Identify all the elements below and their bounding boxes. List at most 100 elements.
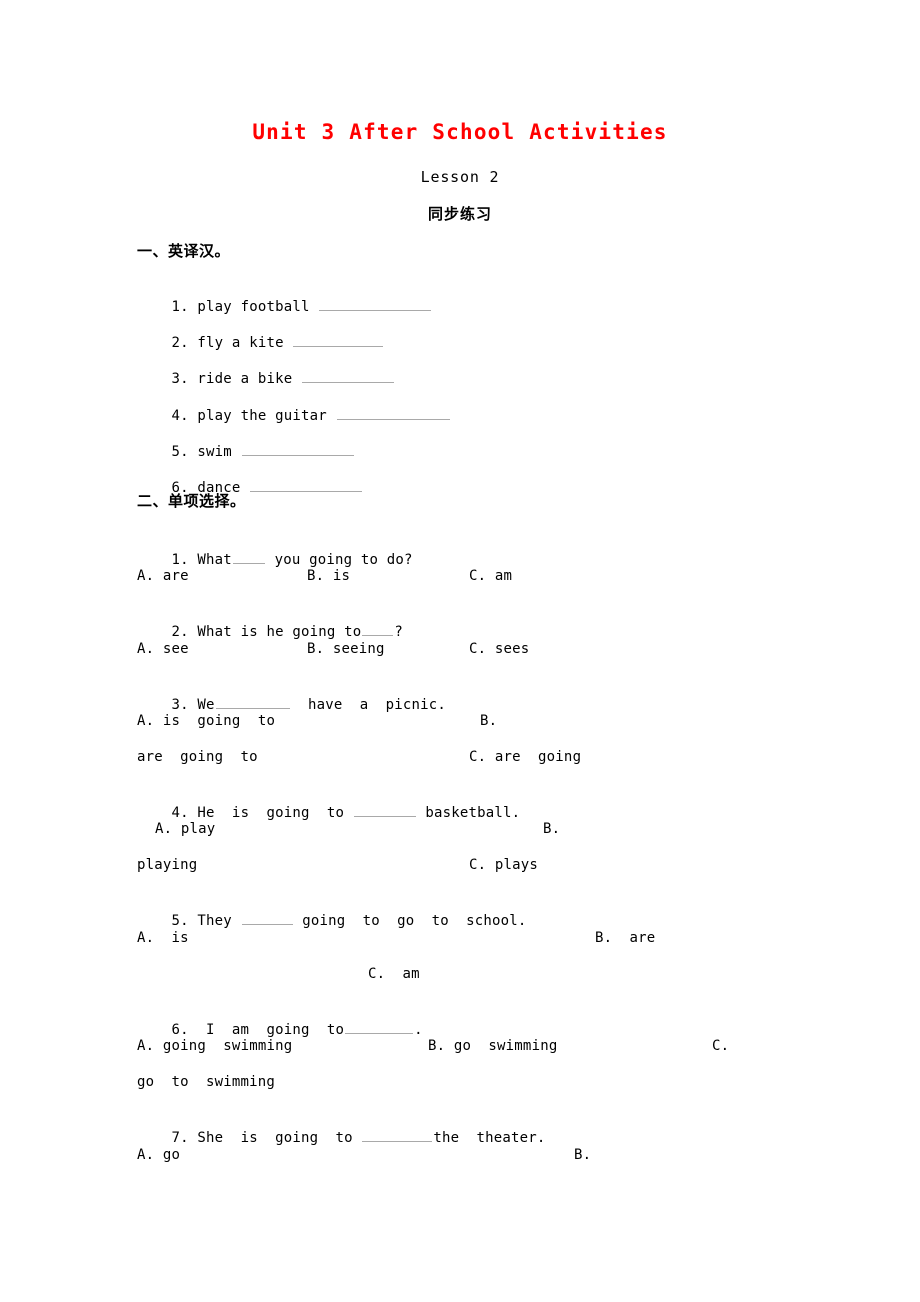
answer-blank[interactable]	[241, 911, 293, 925]
answer-blank[interactable]	[319, 297, 432, 311]
option-b-label[interactable]: B.	[543, 821, 560, 837]
option-label: B.	[428, 1038, 446, 1054]
option-a[interactable]: A. is	[137, 930, 189, 946]
option-label: C.	[469, 749, 487, 765]
item-number: 3.	[171, 371, 189, 387]
option-b-label[interactable]: B.	[574, 1147, 591, 1163]
section-one-heading: 一、英译汉。	[137, 242, 231, 260]
question-number: 6.	[171, 1022, 189, 1038]
answer-blank[interactable]	[336, 406, 450, 420]
option-b-text[interactable]: playing	[137, 857, 197, 873]
stem-after: .	[414, 1022, 423, 1038]
option-c-text[interactable]: go to swimming	[137, 1074, 275, 1090]
option-a[interactable]: A. going swimming	[137, 1038, 292, 1054]
option-b[interactable]: B. are	[595, 930, 655, 946]
option-label: A.	[137, 1038, 155, 1054]
question-number: 7.	[171, 1130, 189, 1146]
stem-after: you going to do?	[265, 552, 413, 568]
item-text: fly a kite	[197, 335, 284, 351]
option-text: is going to	[162, 713, 276, 729]
option-text: are	[162, 568, 189, 584]
item-text: swim	[197, 444, 232, 460]
option-label: C.	[469, 568, 487, 584]
option-label: A.	[137, 641, 155, 657]
question-stem: 5. They going to go to school.	[137, 893, 527, 948]
option-label: A.	[137, 1147, 155, 1163]
option-c[interactable]: C. am	[368, 966, 420, 982]
option-text: am	[402, 966, 420, 982]
option-label: C.	[469, 641, 487, 657]
option-c[interactable]: C. are going	[469, 749, 581, 765]
answer-blank[interactable]	[293, 333, 384, 347]
question-number: 4.	[171, 805, 189, 821]
option-b[interactable]: B. seeing	[307, 641, 385, 657]
item-number: 4.	[171, 408, 189, 424]
stem-after: basketball.	[416, 805, 521, 821]
exercise-label: 同步练习	[427, 205, 492, 223]
option-b-text[interactable]: are going to	[137, 749, 258, 765]
option-label: C.	[469, 857, 487, 873]
answer-blank[interactable]	[362, 622, 394, 636]
option-a[interactable]: A. are	[137, 568, 189, 584]
option-label: B.	[574, 1147, 592, 1163]
option-a[interactable]: A. go	[137, 1147, 180, 1163]
answer-blank[interactable]	[353, 803, 416, 817]
worksheet-page: Unit 3 After School Activities Lesson 2 …	[0, 0, 920, 1302]
option-a[interactable]: A. see	[137, 641, 189, 657]
question-number: 2.	[171, 624, 189, 640]
stem-before: What is he going to	[197, 624, 362, 640]
answer-blank[interactable]	[362, 1128, 433, 1142]
option-a[interactable]: A. is going to	[137, 713, 275, 729]
section-two-heading: 二、单项选择。	[137, 492, 246, 510]
item-text: play football	[197, 299, 310, 315]
option-c[interactable]: C. am	[469, 568, 512, 584]
option-label: B.	[543, 821, 561, 837]
stem-after: the theater.	[433, 1130, 546, 1146]
stem-before: What	[197, 552, 232, 568]
option-text: is	[171, 930, 189, 946]
option-b[interactable]: B. is	[307, 568, 350, 584]
stem-after: have a picnic.	[290, 697, 447, 713]
option-a[interactable]: A. play	[155, 821, 215, 837]
page-title: Unit 3 After School Activities	[252, 120, 668, 144]
option-label: C.	[368, 966, 386, 982]
option-label: A.	[155, 821, 173, 837]
answer-blank[interactable]	[345, 1020, 414, 1034]
item-number: 1.	[171, 299, 189, 315]
stem-before: They	[197, 913, 241, 929]
option-c-label[interactable]: C.	[712, 1038, 729, 1054]
item-text: play the guitar	[197, 408, 327, 424]
option-label: A.	[137, 930, 155, 946]
option-b[interactable]: B. go swimming	[428, 1038, 557, 1054]
option-c[interactable]: C. plays	[469, 857, 538, 873]
option-text: play	[180, 821, 216, 837]
option-label: B.	[480, 713, 498, 729]
option-c[interactable]: C. sees	[469, 641, 529, 657]
item-text: ride a bike	[197, 371, 293, 387]
option-text: are going to	[137, 749, 258, 765]
answer-blank[interactable]	[301, 369, 394, 383]
option-text: is	[332, 568, 351, 584]
question-number: 5.	[171, 913, 189, 929]
question-stem: 7. She is going to the theater.	[137, 1110, 546, 1165]
stem-after: going to go to school.	[293, 913, 527, 929]
answer-blank[interactable]	[232, 550, 265, 564]
option-text: go to swimming	[137, 1074, 276, 1090]
stem-before: We	[197, 697, 215, 713]
option-text: are	[629, 930, 656, 946]
stem-before: She is going to	[197, 1130, 362, 1146]
option-text: playing	[137, 857, 198, 873]
answer-blank[interactable]	[250, 478, 363, 492]
option-text: go	[162, 1147, 181, 1163]
option-label: C.	[712, 1038, 730, 1054]
option-text: plays	[494, 857, 539, 873]
option-text: see	[162, 641, 189, 657]
option-b-label[interactable]: B.	[480, 713, 497, 729]
option-text: am	[494, 568, 513, 584]
stem-after: ?	[394, 624, 404, 640]
option-label: A.	[137, 713, 155, 729]
item-number: 2.	[171, 335, 189, 351]
option-label: B.	[307, 568, 325, 584]
answer-blank[interactable]	[215, 695, 290, 709]
answer-blank[interactable]	[241, 442, 354, 456]
